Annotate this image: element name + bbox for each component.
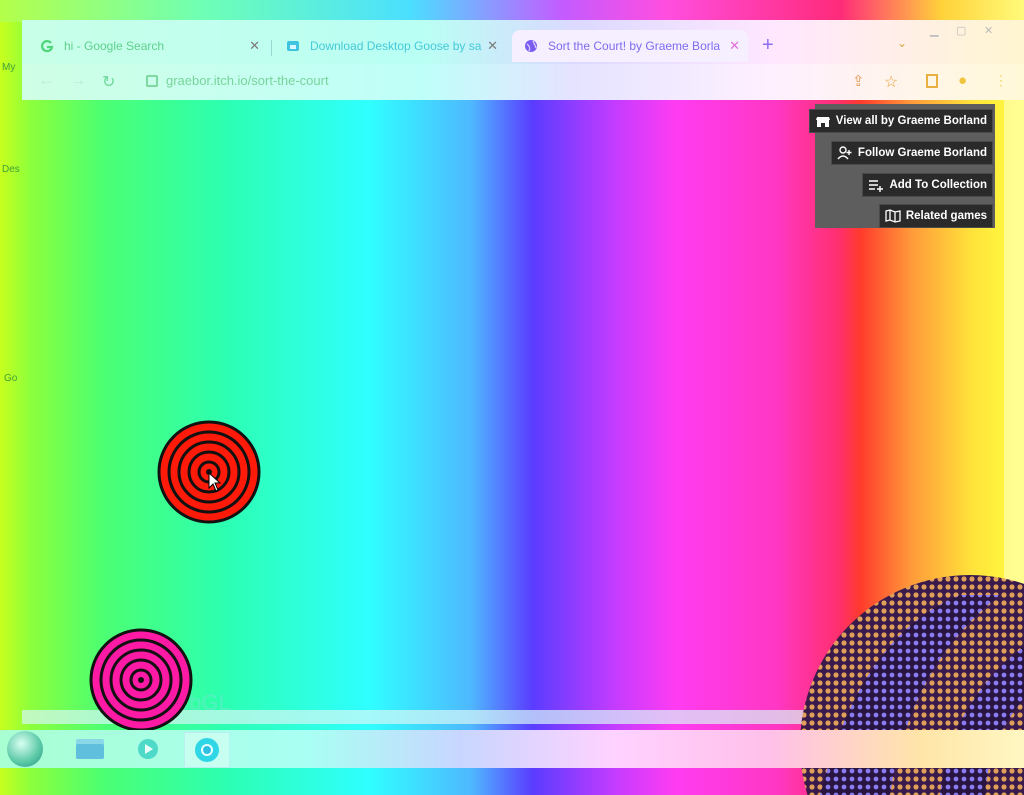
view-all-label: View all by Graeme Borland bbox=[835, 115, 987, 127]
related-games-button[interactable]: Related games bbox=[878, 204, 993, 228]
add-to-collection-button[interactable]: Add To Collection bbox=[862, 173, 993, 197]
chrome-icon bbox=[195, 738, 219, 762]
tab-title: hi - Google Search bbox=[64, 39, 165, 53]
follow-label: Follow Graeme Borland bbox=[857, 147, 987, 159]
related-label: Related games bbox=[905, 210, 987, 222]
mouse-cursor-icon bbox=[208, 472, 222, 492]
map-icon bbox=[885, 209, 901, 223]
share-icon[interactable]: ⇪ bbox=[852, 72, 865, 90]
add-collection-label: Add To Collection bbox=[889, 179, 987, 191]
back-arrow-icon[interactable]: ← bbox=[38, 72, 54, 90]
media-player-taskbar-button[interactable] bbox=[126, 732, 170, 766]
close-tab-icon[interactable]: ✕ bbox=[729, 38, 740, 54]
new-tab-button[interactable]: + bbox=[762, 34, 774, 57]
follow-button[interactable]: Follow Graeme Borland bbox=[830, 141, 993, 165]
tab-divider bbox=[271, 40, 272, 56]
profile-icon[interactable]: ● bbox=[958, 72, 967, 89]
lock-icon[interactable] bbox=[146, 75, 158, 87]
play-icon bbox=[138, 739, 158, 759]
desktop-icon-label[interactable]: Go bbox=[4, 373, 17, 384]
itch-game-overlay: View all by Graeme Borland Follow Graeme… bbox=[808, 104, 995, 228]
taskbar bbox=[0, 730, 1024, 768]
minimize-icon[interactable]: ▁ bbox=[930, 24, 938, 37]
google-icon bbox=[40, 39, 54, 53]
folder-icon bbox=[76, 739, 104, 759]
itch-icon bbox=[286, 39, 300, 53]
tab-search-button[interactable]: ⌄ bbox=[897, 36, 907, 50]
maximize-icon[interactable]: ▢ bbox=[956, 24, 966, 37]
address-bar[interactable]: graebor.itch.io/sort-the-court bbox=[166, 73, 329, 88]
tab-desktop-goose[interactable]: Download Desktop Goose by sa ✕ bbox=[274, 32, 506, 60]
tab-sort-the-court[interactable]: Sort the Court! by Graeme Borla ✕ bbox=[512, 30, 748, 62]
browser-toolbar: ← → ↻ graebor.itch.io/sort-the-court ⇪ ☆… bbox=[22, 64, 1024, 100]
tab-google-search[interactable]: hi - Google Search ✕ bbox=[28, 32, 268, 60]
window-close-icon[interactable]: ✕ bbox=[984, 24, 993, 37]
tab-title: Sort the Court! by Graeme Borla bbox=[548, 39, 720, 53]
playlist-add-icon bbox=[869, 180, 884, 192]
forward-arrow-icon[interactable]: → bbox=[70, 72, 86, 90]
desktop-icon-label[interactable]: My bbox=[2, 62, 15, 73]
tab-title: Download Desktop Goose by sa bbox=[310, 39, 482, 53]
close-tab-icon[interactable]: ✕ bbox=[487, 38, 498, 54]
reload-icon[interactable]: ↻ bbox=[102, 72, 115, 92]
pink-target[interactable] bbox=[89, 628, 193, 732]
close-tab-icon[interactable]: ✕ bbox=[249, 38, 260, 54]
view-all-button[interactable]: View all by Graeme Borland bbox=[808, 109, 993, 133]
file-explorer-taskbar-button[interactable] bbox=[68, 732, 112, 766]
desktop-icon-label[interactable]: Des bbox=[2, 164, 20, 175]
start-button[interactable] bbox=[7, 731, 43, 767]
browser-menu-icon[interactable]: ⋮ bbox=[994, 72, 1008, 89]
globe-icon bbox=[524, 39, 538, 53]
chrome-taskbar-button[interactable] bbox=[184, 732, 230, 768]
desktop-background-strip bbox=[0, 0, 1024, 22]
tab-strip: hi - Google Search ✕ Download Desktop Go… bbox=[22, 20, 1024, 70]
itch-logo-icon bbox=[815, 117, 830, 127]
side-panel-icon[interactable] bbox=[926, 74, 938, 88]
add-user-icon bbox=[837, 146, 852, 160]
bookmark-star-icon[interactable]: ☆ bbox=[884, 72, 898, 92]
